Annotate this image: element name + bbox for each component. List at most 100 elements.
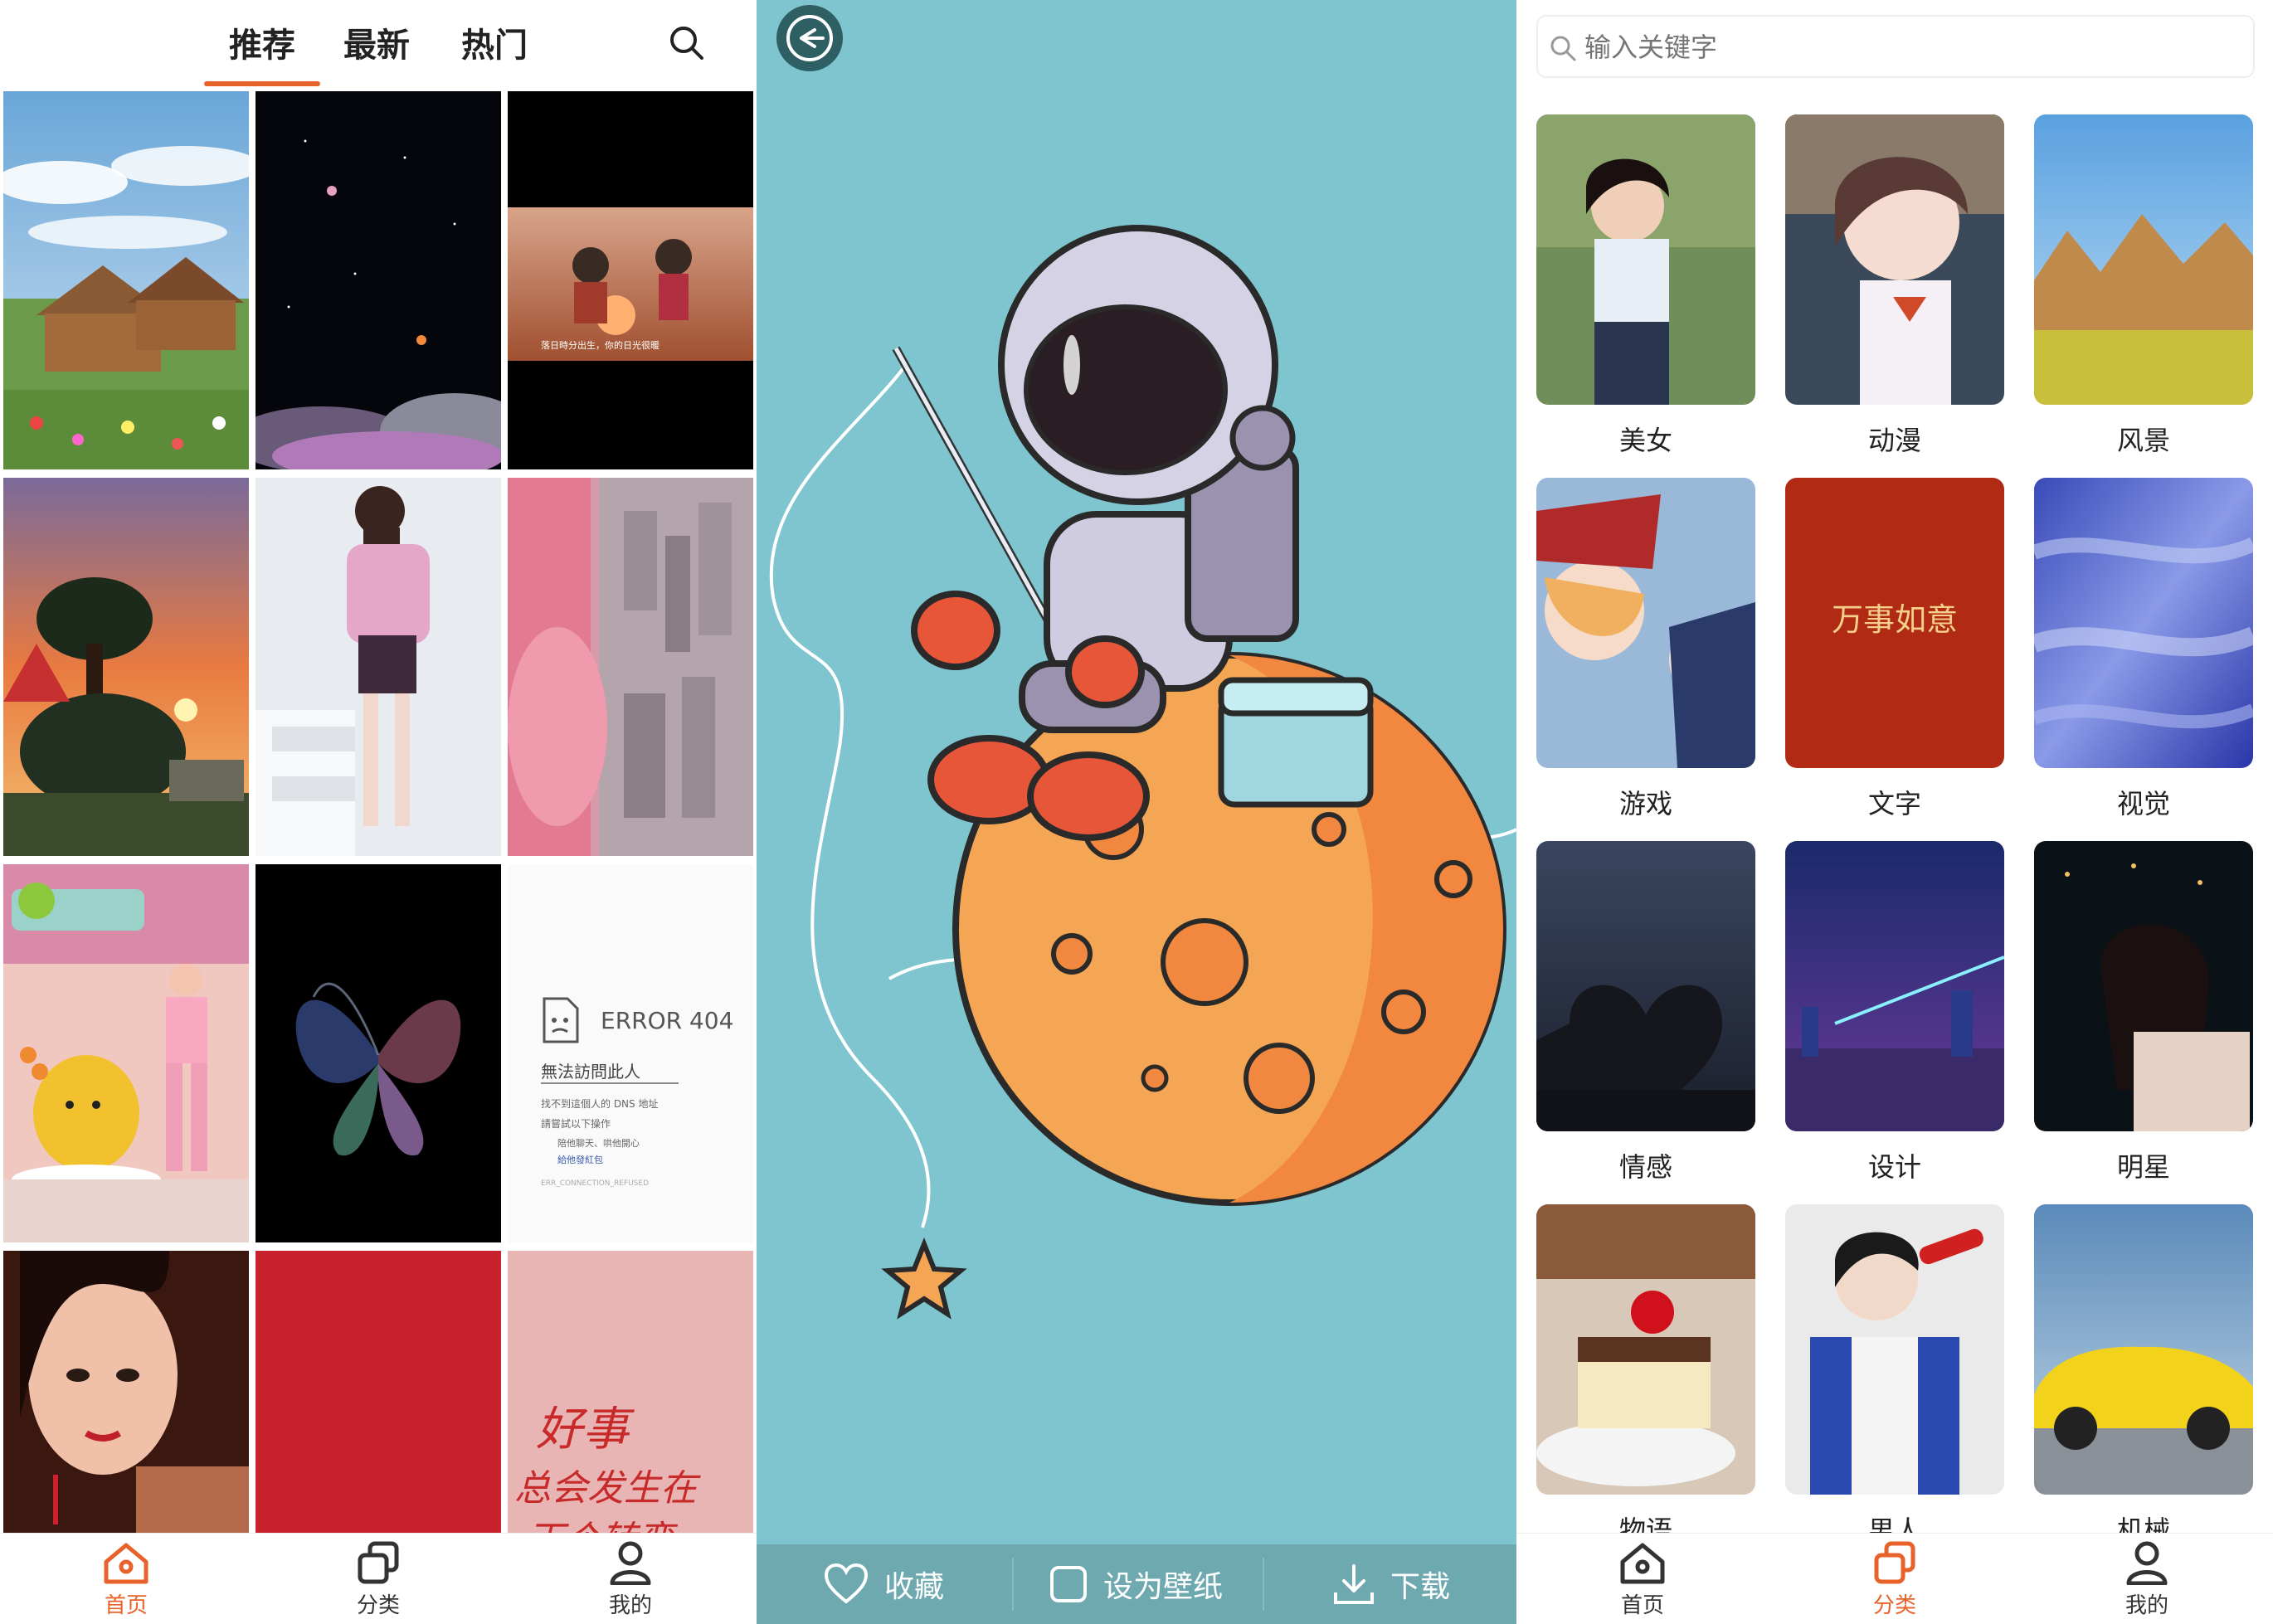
category-image bbox=[2034, 841, 2253, 1131]
calligraphy-line: 总会发生在 bbox=[514, 1467, 697, 1510]
bottom-nav: 首页 分类 我的 bbox=[0, 1533, 757, 1624]
home-icon bbox=[1620, 1543, 1665, 1584]
nav-label: 首页 bbox=[104, 1593, 148, 1618]
back-arrow-icon bbox=[786, 15, 833, 61]
category-image bbox=[1536, 1204, 1755, 1495]
category-image bbox=[1536, 114, 1755, 405]
tab-hot[interactable]: 热门 bbox=[461, 18, 528, 66]
top-tab-bar: 推荐 最新 热门 bbox=[0, 0, 757, 86]
action-label: 收藏 bbox=[884, 1570, 945, 1604]
nav-label: 分类 bbox=[1872, 1593, 1916, 1618]
action-label: 下载 bbox=[1390, 1570, 1451, 1604]
user-icon bbox=[2126, 1541, 2168, 1585]
error-bullet: 給他發紅包 bbox=[557, 1155, 603, 1165]
category-tile[interactable]: 明星 bbox=[2034, 841, 2253, 1198]
favorite-button[interactable]: 收藏 bbox=[823, 1544, 944, 1624]
user-icon bbox=[610, 1541, 651, 1585]
category-label: 视觉 bbox=[2116, 788, 2170, 819]
tab-latest[interactable]: 最新 bbox=[343, 18, 410, 66]
error-title: ERROR 404 bbox=[601, 1007, 734, 1034]
category-label: 游戏 bbox=[1618, 788, 1672, 819]
category-label: 情感 bbox=[1618, 1151, 1672, 1183]
calligraphy-line: 下个转弯 bbox=[528, 1510, 674, 1533]
nav-home[interactable]: 首页 bbox=[60, 1540, 192, 1620]
wallpaper-thumb[interactable] bbox=[508, 478, 753, 856]
nav-category[interactable]: 分类 bbox=[1828, 1540, 1961, 1620]
error-404-thumb[interactable]: ERROR 404 無法訪問此人 找不到這個人的 DNS 地址 請嘗試以下操作 … bbox=[508, 864, 753, 1242]
nav-label: 我的 bbox=[608, 1593, 652, 1618]
category-image bbox=[1536, 841, 1755, 1131]
broken-file-icon bbox=[543, 997, 579, 1043]
search-box bbox=[1536, 15, 2255, 78]
nav-profile[interactable]: 我的 bbox=[2081, 1540, 2213, 1620]
category-tile[interactable]: 物语 bbox=[1536, 1204, 1755, 1561]
category-label: 风景 bbox=[2116, 425, 2170, 456]
calligraphy-line: 好事 bbox=[536, 1403, 629, 1456]
category-tile[interactable]: 美女 bbox=[1536, 114, 1755, 471]
wallpaper-action-bar: 收藏 设为壁纸 下载 bbox=[757, 1544, 1516, 1624]
wallpaper-thumb[interactable] bbox=[3, 91, 249, 469]
back-button[interactable] bbox=[776, 5, 843, 71]
category-tile[interactable]: 男人 bbox=[1785, 1204, 2004, 1561]
error-code: ERR_CONNECTION_REFUSED bbox=[541, 1179, 649, 1188]
wallpaper-thumb[interactable] bbox=[3, 864, 249, 1242]
category-tile[interactable]: 设计 bbox=[1785, 841, 2004, 1198]
error-line: 請嘗試以下操作 bbox=[541, 1118, 611, 1130]
wallpaper-thumb[interactable] bbox=[256, 1251, 501, 1533]
action-label: 设为壁纸 bbox=[1103, 1570, 1224, 1604]
heart-icon bbox=[824, 1563, 869, 1604]
nav-profile[interactable]: 我的 bbox=[564, 1540, 697, 1620]
error-subtitle: 無法訪問此人 bbox=[541, 1058, 679, 1084]
category-tile[interactable]: 动漫 bbox=[1785, 114, 2004, 471]
category-image bbox=[1785, 841, 2004, 1131]
download-button[interactable]: 下载 bbox=[1332, 1544, 1450, 1624]
wallpaper-grid: 落日時分出生，你的日光很暖 ERROR 404 無法訪問此人 找不到這個人的 D… bbox=[0, 91, 757, 1533]
category-tile[interactable]: 机械 bbox=[2034, 1204, 2253, 1561]
category-tile[interactable]: 万事如意 文字 bbox=[1785, 478, 2004, 834]
tab-recommended[interactable]: 推荐 bbox=[229, 18, 295, 66]
category-label: 动漫 bbox=[1867, 425, 1921, 456]
divider bbox=[1012, 1558, 1014, 1611]
bottom-nav: 首页 分类 我的 bbox=[1516, 1533, 2273, 1624]
category-label: 设计 bbox=[1867, 1151, 1921, 1183]
wallpaper-thumb[interactable] bbox=[256, 91, 501, 469]
calligraphy-thumb[interactable]: 好事 总会发生在 下个转弯 bbox=[508, 1251, 753, 1533]
wallpaper-thumb[interactable]: 落日時分出生，你的日光很暖 bbox=[508, 91, 753, 469]
wallpaper-thumb[interactable] bbox=[3, 478, 249, 856]
category-tile[interactable]: 情感 bbox=[1536, 841, 1755, 1198]
search-input[interactable] bbox=[1584, 25, 2232, 70]
nav-home[interactable]: 首页 bbox=[1576, 1540, 1709, 1620]
home-icon bbox=[104, 1543, 148, 1584]
wallpaper-detail-screen: 收藏 设为壁纸 下载 bbox=[757, 0, 1516, 1624]
astronaut-wallpaper bbox=[757, 0, 1516, 1544]
search-icon[interactable] bbox=[664, 20, 710, 66]
category-tile[interactable]: 风景 bbox=[2034, 114, 2253, 471]
nav-label: 首页 bbox=[1620, 1593, 1664, 1618]
category-label: 美女 bbox=[1618, 425, 1672, 456]
home-screen: 推荐 最新 热门 落日時分出生，你的日光很暖 ERROR 404 無法訪問此人 … bbox=[0, 0, 757, 1624]
category-tile[interactable]: 视觉 bbox=[2034, 478, 2253, 834]
category-tile[interactable]: 游戏 bbox=[1536, 478, 1755, 834]
category-icon bbox=[1874, 1541, 1915, 1584]
active-tab-indicator bbox=[204, 81, 320, 86]
wallpaper-thumb[interactable] bbox=[256, 864, 501, 1242]
nav-label: 我的 bbox=[2125, 1593, 2168, 1618]
error-line: 找不到這個人的 DNS 地址 bbox=[541, 1098, 659, 1110]
category-icon bbox=[358, 1541, 399, 1584]
category-image bbox=[2034, 1204, 2253, 1495]
nav-category[interactable]: 分类 bbox=[312, 1540, 445, 1620]
nav-label: 分类 bbox=[356, 1593, 400, 1618]
wallpaper-thumb[interactable] bbox=[256, 478, 501, 856]
divider bbox=[1263, 1558, 1264, 1611]
category-image bbox=[1785, 1204, 2004, 1495]
category-image bbox=[2034, 114, 2253, 405]
category-label: 文字 bbox=[1867, 788, 1921, 819]
search-icon bbox=[1550, 36, 1576, 61]
set-wallpaper-button[interactable]: 设为壁纸 bbox=[1049, 1544, 1223, 1624]
category-image: 万事如意 bbox=[1785, 478, 2004, 768]
sunset-caption: 落日時分出生，你的日光很暖 bbox=[541, 340, 660, 351]
category-image bbox=[2034, 478, 2253, 768]
wallpaper-thumb[interactable] bbox=[3, 1251, 249, 1533]
category-image bbox=[1785, 114, 2004, 405]
error-bullet: 陪他聊天、哄他開心 bbox=[557, 1138, 640, 1149]
